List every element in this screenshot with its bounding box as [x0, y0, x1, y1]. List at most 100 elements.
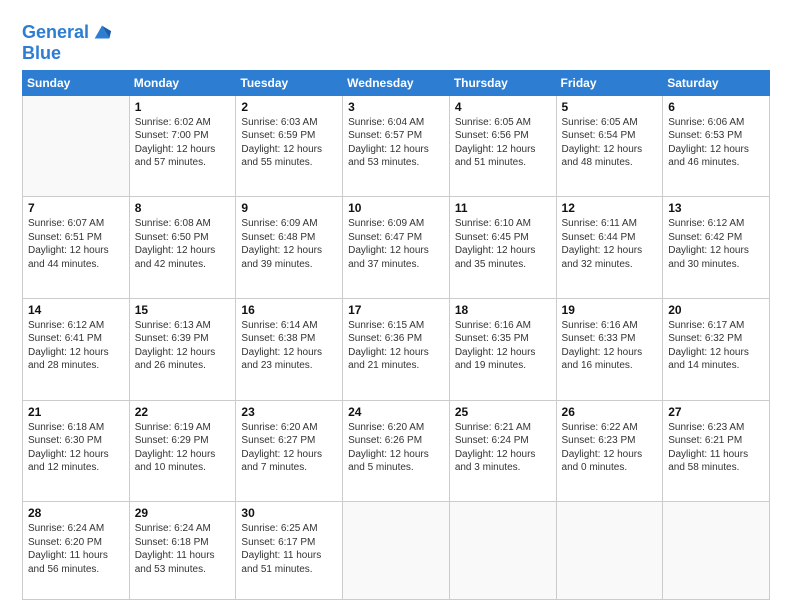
- logo-text: General: [22, 23, 89, 43]
- day-number: 3: [348, 100, 444, 114]
- day-info: Sunrise: 6:14 AM Sunset: 6:38 PM Dayligh…: [241, 319, 337, 373]
- logo: General Blue: [22, 22, 113, 64]
- day-info: Sunrise: 6:24 AM Sunset: 6:20 PM Dayligh…: [28, 522, 124, 576]
- day-info: Sunrise: 6:18 AM Sunset: 6:30 PM Dayligh…: [28, 421, 124, 475]
- day-info: Sunrise: 6:12 AM Sunset: 6:42 PM Dayligh…: [668, 217, 764, 271]
- day-number: 22: [135, 405, 231, 419]
- calendar-cell: 9 Sunrise: 6:09 AM Sunset: 6:48 PM Daylig…: [236, 197, 343, 299]
- day-info: Sunrise: 6:16 AM Sunset: 6:33 PM Dayligh…: [562, 319, 658, 373]
- day-number: 12: [562, 201, 658, 215]
- calendar-cell: 1 Sunrise: 6:02 AM Sunset: 7:00 PM Daylig…: [129, 95, 236, 197]
- day-info: Sunrise: 6:25 AM Sunset: 6:17 PM Dayligh…: [241, 522, 337, 576]
- calendar-week-3: 14Sunrise: 6:12 AM Sunset: 6:41 PM Dayli…: [23, 298, 770, 400]
- calendar-week-5: 28 Sunrise: 6:24 AM Sunset: 6:20 PM Dayli…: [23, 502, 770, 600]
- day-info: Sunrise: 6:15 AM Sunset: 6:36 PM Dayligh…: [348, 319, 444, 373]
- day-number: 9: [241, 201, 337, 215]
- day-number: 23: [241, 405, 337, 419]
- weekday-header-thursday: Thursday: [449, 70, 556, 95]
- logo-text-blue: Blue: [22, 44, 113, 64]
- weekday-header-saturday: Saturday: [663, 70, 770, 95]
- calendar-cell: 13 Sunrise: 6:12 AM Sunset: 6:42 PM Dayli…: [663, 197, 770, 299]
- calendar-cell: [449, 502, 556, 600]
- calendar-cell: 7 Sunrise: 6:07 AM Sunset: 6:51 PM Daylig…: [23, 197, 130, 299]
- day-info: Sunrise: 6:17 AM Sunset: 6:32 PM Dayligh…: [668, 319, 764, 373]
- calendar-cell: 27 Sunrise: 6:23 AM Sunset: 6:21 PM Dayli…: [663, 400, 770, 502]
- calendar-cell: 6 Sunrise: 6:06 AM Sunset: 6:53 PM Daylig…: [663, 95, 770, 197]
- weekday-header-tuesday: Tuesday: [236, 70, 343, 95]
- calendar-cell: [23, 95, 130, 197]
- day-info: Sunrise: 6:07 AM Sunset: 6:51 PM Dayligh…: [28, 217, 124, 271]
- calendar-cell: 11Sunrise: 6:10 AM Sunset: 6:45 PM Dayli…: [449, 197, 556, 299]
- day-info: Sunrise: 6:24 AM Sunset: 6:18 PM Dayligh…: [135, 522, 231, 576]
- calendar-cell: 29 Sunrise: 6:24 AM Sunset: 6:18 PM Dayli…: [129, 502, 236, 600]
- calendar-cell: 15 Sunrise: 6:13 AM Sunset: 6:39 PM Dayli…: [129, 298, 236, 400]
- day-info: Sunrise: 6:06 AM Sunset: 6:53 PM Dayligh…: [668, 116, 764, 170]
- day-info: Sunrise: 6:05 AM Sunset: 6:56 PM Dayligh…: [455, 116, 551, 170]
- calendar-cell: 30 Sunrise: 6:25 AM Sunset: 6:17 PM Dayli…: [236, 502, 343, 600]
- day-info: Sunrise: 6:19 AM Sunset: 6:29 PM Dayligh…: [135, 421, 231, 475]
- weekday-header-friday: Friday: [556, 70, 663, 95]
- day-number: 18: [455, 303, 551, 317]
- weekday-header-wednesday: Wednesday: [343, 70, 450, 95]
- calendar-header-row: SundayMondayTuesdayWednesdayThursdayFrid…: [23, 70, 770, 95]
- calendar-cell: [343, 502, 450, 600]
- day-number: 24: [348, 405, 444, 419]
- calendar-cell: 12 Sunrise: 6:11 AM Sunset: 6:44 PM Dayli…: [556, 197, 663, 299]
- calendar-cell: 17 Sunrise: 6:15 AM Sunset: 6:36 PM Dayli…: [343, 298, 450, 400]
- day-number: 25: [455, 405, 551, 419]
- calendar-cell: 18 Sunrise: 6:16 AM Sunset: 6:35 PM Dayli…: [449, 298, 556, 400]
- day-info: Sunrise: 6:02 AM Sunset: 7:00 PM Dayligh…: [135, 116, 231, 170]
- logo-icon: [91, 22, 113, 44]
- weekday-header-monday: Monday: [129, 70, 236, 95]
- calendar-cell: 5 Sunrise: 6:05 AM Sunset: 6:54 PM Daylig…: [556, 95, 663, 197]
- day-number: 26: [562, 405, 658, 419]
- calendar-cell: 28 Sunrise: 6:24 AM Sunset: 6:20 PM Dayli…: [23, 502, 130, 600]
- day-number: 21: [28, 405, 124, 419]
- day-number: 17: [348, 303, 444, 317]
- calendar-cell: 10 Sunrise: 6:09 AM Sunset: 6:47 PM Dayli…: [343, 197, 450, 299]
- day-info: Sunrise: 6:09 AM Sunset: 6:47 PM Dayligh…: [348, 217, 444, 271]
- calendar-week-1: 1 Sunrise: 6:02 AM Sunset: 7:00 PM Daylig…: [23, 95, 770, 197]
- day-number: 1: [135, 100, 231, 114]
- calendar-cell: [663, 502, 770, 600]
- calendar-cell: 24 Sunrise: 6:20 AM Sunset: 6:26 PM Dayli…: [343, 400, 450, 502]
- day-info: Sunrise: 6:08 AM Sunset: 6:50 PM Dayligh…: [135, 217, 231, 271]
- calendar-week-4: 21 Sunrise: 6:18 AM Sunset: 6:30 PM Dayli…: [23, 400, 770, 502]
- day-info: Sunrise: 6:04 AM Sunset: 6:57 PM Dayligh…: [348, 116, 444, 170]
- day-number: 29: [135, 506, 231, 520]
- day-number: 15: [135, 303, 231, 317]
- day-info: Sunrise: 6:13 AM Sunset: 6:39 PM Dayligh…: [135, 319, 231, 373]
- day-number: 28: [28, 506, 124, 520]
- day-info: Sunrise: 6:23 AM Sunset: 6:21 PM Dayligh…: [668, 421, 764, 475]
- calendar-cell: 8Sunrise: 6:08 AM Sunset: 6:50 PM Daylig…: [129, 197, 236, 299]
- day-info: Sunrise: 6:05 AM Sunset: 6:54 PM Dayligh…: [562, 116, 658, 170]
- day-info: Sunrise: 6:11 AM Sunset: 6:44 PM Dayligh…: [562, 217, 658, 271]
- day-info: Sunrise: 6:22 AM Sunset: 6:23 PM Dayligh…: [562, 421, 658, 475]
- weekday-header-sunday: Sunday: [23, 70, 130, 95]
- calendar-cell: 21 Sunrise: 6:18 AM Sunset: 6:30 PM Dayli…: [23, 400, 130, 502]
- day-info: Sunrise: 6:16 AM Sunset: 6:35 PM Dayligh…: [455, 319, 551, 373]
- calendar-cell: 22 Sunrise: 6:19 AM Sunset: 6:29 PM Dayli…: [129, 400, 236, 502]
- calendar-cell: 3 Sunrise: 6:04 AM Sunset: 6:57 PM Daylig…: [343, 95, 450, 197]
- day-number: 10: [348, 201, 444, 215]
- calendar-cell: 19Sunrise: 6:16 AM Sunset: 6:33 PM Dayli…: [556, 298, 663, 400]
- day-info: Sunrise: 6:21 AM Sunset: 6:24 PM Dayligh…: [455, 421, 551, 475]
- day-number: 13: [668, 201, 764, 215]
- calendar-cell: [556, 502, 663, 600]
- day-info: Sunrise: 6:20 AM Sunset: 6:26 PM Dayligh…: [348, 421, 444, 475]
- day-number: 7: [28, 201, 124, 215]
- day-number: 2: [241, 100, 337, 114]
- calendar-cell: 20Sunrise: 6:17 AM Sunset: 6:32 PM Dayli…: [663, 298, 770, 400]
- day-number: 27: [668, 405, 764, 419]
- day-number: 6: [668, 100, 764, 114]
- calendar-cell: 2Sunrise: 6:03 AM Sunset: 6:59 PM Daylig…: [236, 95, 343, 197]
- calendar-cell: 26 Sunrise: 6:22 AM Sunset: 6:23 PM Dayli…: [556, 400, 663, 502]
- day-info: Sunrise: 6:09 AM Sunset: 6:48 PM Dayligh…: [241, 217, 337, 271]
- day-number: 30: [241, 506, 337, 520]
- calendar-cell: 25 Sunrise: 6:21 AM Sunset: 6:24 PM Dayli…: [449, 400, 556, 502]
- calendar-week-2: 7 Sunrise: 6:07 AM Sunset: 6:51 PM Daylig…: [23, 197, 770, 299]
- day-number: 5: [562, 100, 658, 114]
- day-info: Sunrise: 6:12 AM Sunset: 6:41 PM Dayligh…: [28, 319, 124, 373]
- calendar-cell: 23Sunrise: 6:20 AM Sunset: 6:27 PM Dayli…: [236, 400, 343, 502]
- calendar-cell: 16Sunrise: 6:14 AM Sunset: 6:38 PM Dayli…: [236, 298, 343, 400]
